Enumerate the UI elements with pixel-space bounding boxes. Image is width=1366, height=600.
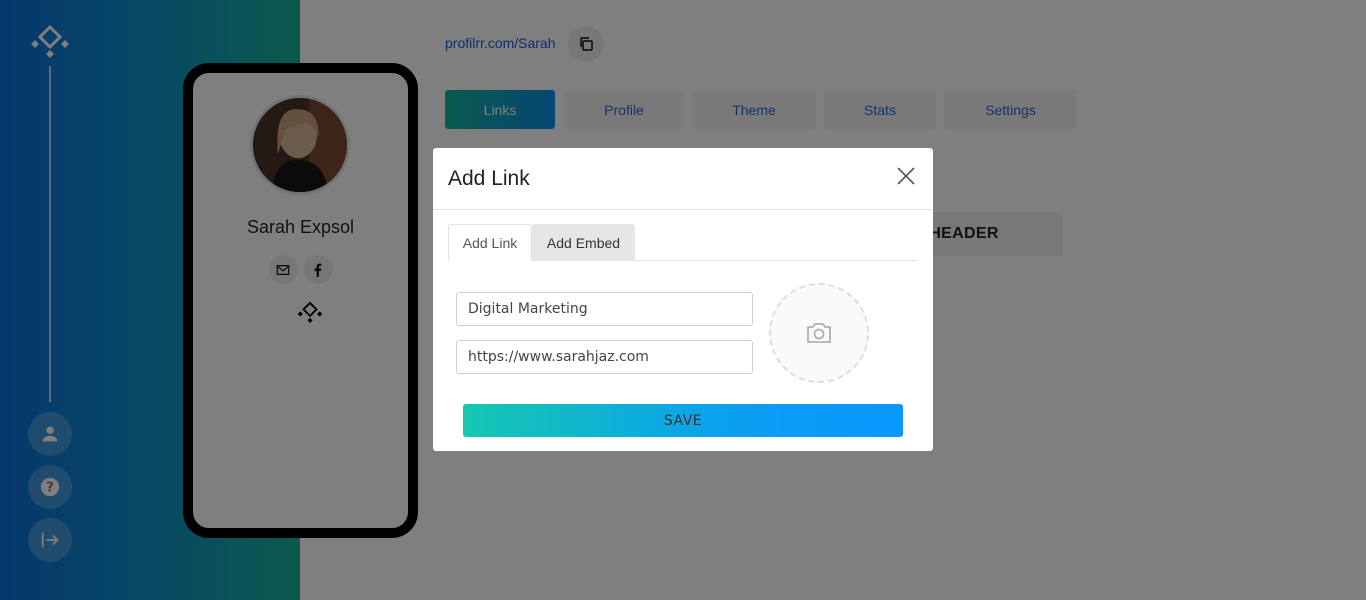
tab-add-link[interactable]: Add Link: [448, 224, 532, 261]
link-url-input[interactable]: [456, 340, 753, 374]
camera-icon: [807, 323, 831, 343]
close-icon[interactable]: [895, 165, 917, 187]
add-link-modal: Add Link Add Link Add Embed SAVE: [433, 148, 933, 451]
modal-title: Add Link: [448, 167, 530, 190]
link-title-input[interactable]: [456, 292, 753, 326]
save-button[interactable]: SAVE: [463, 404, 903, 437]
link-thumbnail-upload[interactable]: [769, 283, 869, 383]
tab-add-embed[interactable]: Add Embed: [532, 224, 635, 261]
modal-divider: [433, 209, 933, 210]
